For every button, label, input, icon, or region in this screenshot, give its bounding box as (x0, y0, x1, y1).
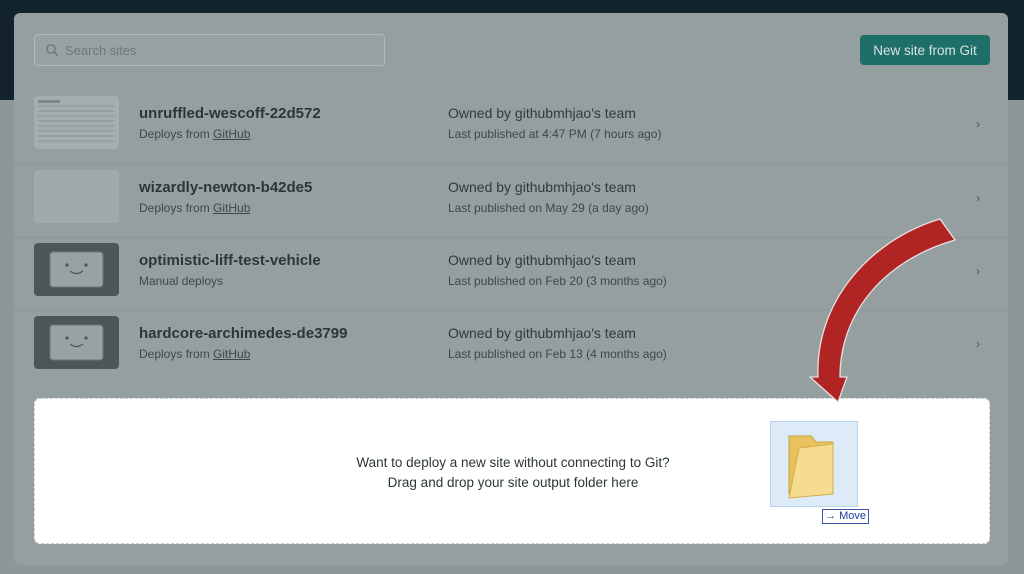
site-name[interactable]: wizardly-newton-b42de5 (139, 179, 312, 196)
dragged-folder[interactable] (770, 421, 858, 507)
folder-icon (788, 435, 834, 499)
new-site-from-git-button[interactable]: New site from Git (860, 35, 990, 65)
chevron-right-icon[interactable]: › (976, 264, 980, 278)
last-published: Last published on Feb 20 (3 months ago) (448, 274, 667, 288)
arrow-right-icon: → (825, 510, 836, 522)
search-input[interactable] (65, 36, 375, 64)
site-owner: Owned by githubmhjao's team (448, 179, 636, 195)
curved-arrow-icon (809, 218, 956, 403)
search-icon (46, 44, 59, 57)
github-link[interactable]: GitHub (213, 127, 250, 141)
deploy-source: Deploys from GitHub (139, 127, 251, 141)
github-link[interactable]: GitHub (213, 347, 250, 361)
last-published: Last published on May 29 (a day ago) (448, 201, 649, 215)
last-published: Last published at 4:47 PM (7 hours ago) (448, 127, 662, 141)
site-name[interactable]: unruffled-wescoff-22d572 (139, 105, 321, 122)
site-thumbnail (34, 170, 119, 223)
move-tooltip: → Move (822, 509, 869, 524)
search-box[interactable] (34, 34, 385, 66)
site-name[interactable]: hardcore-archimedes-de3799 (139, 325, 347, 342)
site-row[interactable]: unruffled-wescoff-22d572 Deploys from Gi… (14, 91, 1008, 164)
site-thumbnail (34, 316, 119, 369)
deploy-source: Deploys from GitHub (139, 201, 251, 215)
site-owner: Owned by githubmhjao's team (448, 252, 636, 268)
last-published: Last published on Feb 13 (4 months ago) (448, 347, 667, 361)
site-name[interactable]: optimistic-liff-test-vehicle (139, 252, 321, 269)
chevron-right-icon[interactable]: › (976, 337, 980, 351)
deploy-source: Manual deploys (139, 274, 224, 288)
site-owner: Owned by githubmhjao's team (448, 105, 636, 121)
github-link[interactable]: GitHub (213, 201, 250, 215)
chevron-right-icon[interactable]: › (976, 117, 980, 131)
deploy-source: Deploys from GitHub (139, 347, 251, 361)
chevron-right-icon[interactable]: › (976, 191, 980, 205)
site-thumbnail (34, 243, 119, 296)
site-owner: Owned by githubmhjao's team (448, 325, 636, 341)
site-thumbnail (34, 96, 119, 149)
